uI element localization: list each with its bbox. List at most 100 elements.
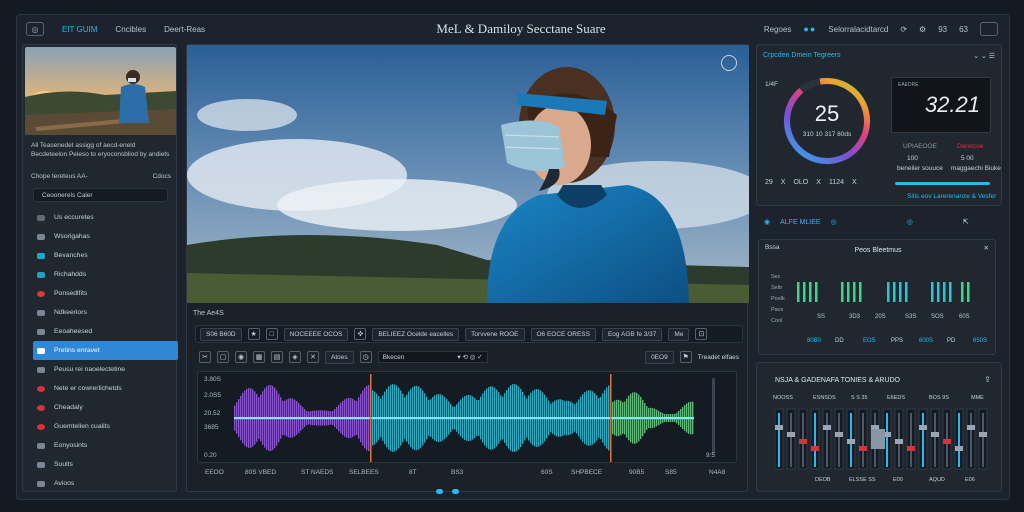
sidebar-item[interactable]: Us eccuretes xyxy=(33,208,178,227)
timeline-tick: ST NAEDS xyxy=(301,468,334,476)
levels-row-labels: Sec Seltr Poelk Pacs Cool xyxy=(771,274,785,324)
star-icon[interactable]: ★ xyxy=(247,328,260,340)
timeline-tick: 60S xyxy=(541,468,553,476)
window-icon[interactable] xyxy=(980,22,998,36)
sidebar-item[interactable]: Nete er cowrerlichetds xyxy=(33,379,178,398)
regions-label[interactable]: Regoes xyxy=(764,25,792,34)
page-indicator[interactable] xyxy=(436,489,459,494)
mode-button[interactable]: NOCEEEE OCOS xyxy=(283,327,349,341)
sidebar-item-label: Richahdds xyxy=(54,271,87,278)
item-icon xyxy=(37,290,45,297)
record-icon[interactable]: ◎ xyxy=(907,218,913,226)
export-button[interactable]: O6 EOCE ORESS xyxy=(530,327,596,341)
record-icon[interactable]: ◉ xyxy=(235,351,247,363)
kv-right-label: Deretcoe xyxy=(957,143,984,150)
atoes-chip[interactable]: Atoes xyxy=(325,350,354,364)
progress-caption: Sitis eov Larerenanze & Vesfer xyxy=(907,193,997,200)
y-label: 0.20 xyxy=(204,452,217,459)
sidebar-item[interactable]: Wsorigahas xyxy=(33,227,178,246)
range-field[interactable]: Eog AGB fe 3/37 xyxy=(601,327,663,341)
section-action[interactable]: Cdocs xyxy=(153,173,171,180)
frame-icon[interactable]: □ xyxy=(265,328,278,340)
waveform-panel[interactable]: 3.80S 2.0S5 20.52 3685 0.20 9:5 xyxy=(197,371,737,463)
sidebar-item[interactable]: Pretins enravet xyxy=(33,341,178,360)
nav-link-deert[interactable]: Deert-Reas xyxy=(164,25,205,34)
sync-icon[interactable]: ◈ xyxy=(289,351,301,363)
target-icon[interactable]: ✜ xyxy=(354,328,367,340)
fader-knob xyxy=(811,446,819,451)
settings-icon[interactable]: ⚙ xyxy=(919,25,926,34)
metrics-card: Crpcden Dmein Tegreers ⌄ ⌄ ☰ 25 310 10 3… xyxy=(756,44,1002,206)
search-input[interactable]: Ceoonerels Caler xyxy=(33,188,168,202)
effect-select[interactable]: Bkecen ▾ ⟲ ◎ ✓ xyxy=(377,351,488,363)
settings-icon[interactable] xyxy=(721,55,737,71)
fader-knob xyxy=(895,439,903,444)
select-icon[interactable]: ▢ xyxy=(217,351,229,363)
cut-icon[interactable]: ✂ xyxy=(199,351,211,363)
sidebar-item[interactable]: Eeoaheesed xyxy=(33,322,178,341)
timeline-tick: SHPBECE xyxy=(571,468,603,476)
sidebar-item[interactable]: Guemtellen cualits xyxy=(33,417,178,436)
kv-right-desc: maggaechi Biuke xyxy=(951,165,1001,172)
kv-left-value: 100 xyxy=(907,155,918,162)
share-icon[interactable]: ⇱ xyxy=(963,218,969,226)
y-label: 3685 xyxy=(204,424,219,431)
fader-knob xyxy=(931,432,939,437)
nav-link-modules[interactable]: Cncibles xyxy=(115,25,146,34)
nav-link-edit[interactable]: EIT GUIM xyxy=(62,25,97,34)
effects-button[interactable]: BELIEEZ Ocelde eacelles xyxy=(372,327,460,341)
time-field[interactable]: 0EO9 xyxy=(645,350,674,364)
sidebar-item[interactable]: Suults xyxy=(33,455,178,474)
sidebar-item[interactable]: Cheadaly xyxy=(33,398,178,417)
clock-icon[interactable]: ◷ xyxy=(359,351,372,363)
sidebar-item[interactable]: Ndkeeriors xyxy=(33,303,178,322)
sidebar-item-label: Guemtellen cualits xyxy=(54,423,110,430)
transform-button[interactable]: Torvvene ROOE xyxy=(465,327,525,341)
menu-icon[interactable]: ◎ xyxy=(26,22,44,36)
item-icon xyxy=(37,385,45,392)
me-button[interactable]: Me xyxy=(668,327,690,341)
timeline-ruler[interactable]: EEOO 80S VBED ST NAEDS SELBEES 8T BS3 60S SHPBE… xyxy=(197,465,737,479)
levels-value: EOS xyxy=(863,338,876,344)
sidebar-item[interactable]: Bevanches xyxy=(33,246,178,265)
count-2: 63 xyxy=(959,24,968,34)
mixer-faders[interactable] xyxy=(771,407,995,473)
item-icon xyxy=(37,423,45,430)
section-label: Chope tereteus AA- xyxy=(31,173,88,180)
mixer-title: NSJA & GADENAFA TONIES & ARUDO xyxy=(775,377,901,384)
sidebar-item-label: Cheadaly xyxy=(54,404,83,411)
export-icon[interactable]: ⇪ xyxy=(984,375,991,384)
flag-icon[interactable]: ⚑ xyxy=(679,351,692,363)
levels-tick: 60S xyxy=(959,314,970,320)
fader-knob xyxy=(967,425,975,430)
expand-icon[interactable]: ⊡ xyxy=(695,328,708,340)
sidebar-item-label: Nete er cowrerlichetds xyxy=(54,385,122,392)
record-icon[interactable]: ◎ xyxy=(831,218,837,226)
sidebar-item[interactable]: Ponsedlfits xyxy=(33,284,178,303)
sidebar-item[interactable]: Peusu rei naoelectetine xyxy=(33,360,178,379)
timecode-field[interactable]: S06 B60D xyxy=(200,327,242,341)
sidebar-item-label: Eonyosints xyxy=(54,442,88,449)
sidebar-item[interactable]: Richahdds xyxy=(33,265,178,284)
volume-slider[interactable] xyxy=(712,378,715,454)
preview-image[interactable] xyxy=(187,45,749,303)
toggle-dots-icon[interactable]: ●● xyxy=(803,24,816,34)
section-header: Chope tereteus AA- Cdocs xyxy=(31,173,171,180)
chevron-down-icon[interactable]: ⌄ ⌄ ☰ xyxy=(973,52,995,60)
item-icon xyxy=(37,309,45,316)
circle-icon[interactable]: ◉ xyxy=(764,218,770,226)
treadet-label: Treadet elfaes xyxy=(697,353,739,361)
project-thumbnail[interactable] xyxy=(25,47,176,135)
kv-left-desc: beneiler souuce xyxy=(897,165,943,172)
y-right-label: 9:5 xyxy=(706,452,716,459)
grid-icon[interactable]: ▦ xyxy=(253,351,265,363)
selection-label[interactable]: Selorralacidtarcd xyxy=(828,25,888,34)
refresh-icon[interactable]: ⟳ xyxy=(900,25,907,34)
audio-waveform[interactable] xyxy=(234,374,694,462)
fader-knob xyxy=(943,439,951,444)
sidebar-item[interactable]: Eonyosints xyxy=(33,436,178,455)
sidebar-item[interactable]: Avioos xyxy=(33,474,178,493)
thumbnail-caption: All Teasenedet assigg of aecd-eneld Becd… xyxy=(31,142,170,158)
trim-icon[interactable]: ✕ xyxy=(307,351,319,363)
clip-icon[interactable]: ▤ xyxy=(271,351,283,363)
